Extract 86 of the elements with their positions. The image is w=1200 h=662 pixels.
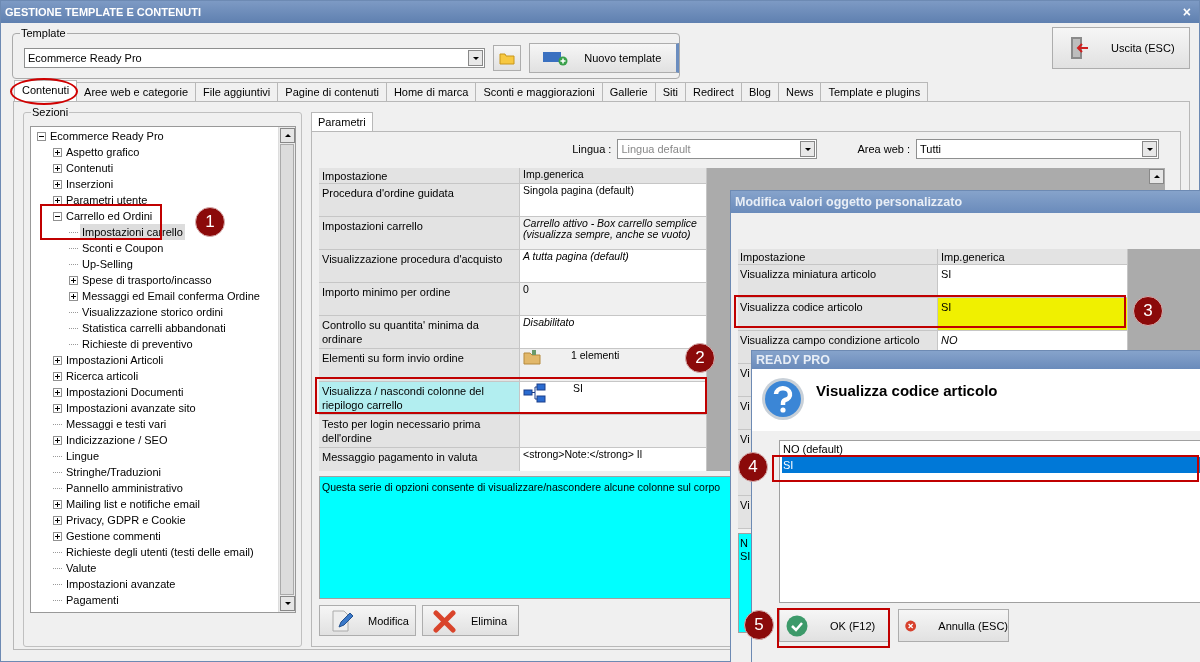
table-cell: 0: [520, 283, 707, 316]
tree-item[interactable]: Valute: [64, 560, 99, 576]
table-cell: SI: [938, 265, 1128, 298]
table-cell: Visualizza / nascondi colonne del riepilogo carrello: [319, 382, 520, 415]
ok-button[interactable]: OK (F12): [779, 609, 890, 642]
template-select[interactable]: Ecommerce Ready Pro: [24, 48, 486, 68]
description-text: N: [740, 537, 748, 549]
tree-item[interactable]: Impostazioni Articoli: [64, 352, 166, 368]
tree-item[interactable]: Visualizzazione storico ordini: [80, 304, 226, 320]
edit-button[interactable]: Modifica: [319, 605, 416, 636]
tree-item[interactable]: Up-Selling: [80, 256, 135, 272]
tab[interactable]: Sconti e maggiorazioni: [475, 82, 603, 101]
cell-text: 1 elementi: [571, 350, 620, 361]
tree-item[interactable]: Contenuti: [64, 160, 116, 176]
tree-item[interactable]: Stringhe/Traduzioni: [64, 464, 163, 480]
tree-item[interactable]: Parametri utente: [64, 192, 150, 208]
tree-item[interactable]: Sconti e Coupon: [80, 240, 166, 256]
tab[interactable]: Aree web e categorie: [76, 82, 197, 101]
column-header: Impostazione: [738, 249, 938, 265]
select-value: Tutti: [920, 142, 941, 156]
dialog-title: Modifica valori oggetto personalizzato: [735, 195, 963, 209]
group-label: Template: [20, 26, 67, 40]
tree-item[interactable]: Pannello amministrativo: [64, 480, 185, 496]
tree-item[interactable]: Messaggi ed Email conferma Ordine: [80, 288, 262, 304]
select-placeholder: Lingua default: [621, 142, 691, 156]
table-cell: SI: [938, 298, 1128, 331]
table-cell: A tutta pagina (default): [520, 250, 707, 283]
tree-item[interactable]: Statistica carrelli abbandonati: [80, 320, 228, 336]
table-cell: Testo per login necessario prima dell'ordine: [319, 415, 520, 448]
area-label: Area web :: [857, 142, 910, 156]
table-cell: Messaggio pagamento in valuta: [319, 448, 520, 471]
table-cell: Visualizza miniatura articolo: [738, 265, 938, 298]
column-header: Impostazione: [319, 168, 520, 184]
tree-item[interactable]: Impostazioni Documenti: [64, 384, 186, 400]
language-label: Lingua :: [572, 142, 612, 156]
column-header: Imp.generica: [520, 168, 707, 184]
table-cell: Impostazioni carrello: [319, 217, 520, 250]
description-text: Questa serie di opzioni consente di visualizzare/nascondere alcune colonne sul corpo: [322, 481, 721, 493]
tab[interactable]: Pagine di contenuti: [277, 82, 387, 101]
tree-item[interactable]: Impostazioni avanzate: [64, 576, 178, 592]
window-title: GESTIONE TEMPLATE E CONTENUTI: [5, 5, 201, 19]
table-cell: Importo minimo per ordine: [319, 283, 520, 316]
tree-item[interactable]: Pagamenti: [64, 592, 121, 608]
tree-item[interactable]: Indicizzazione / SEO: [64, 432, 170, 448]
tree-item[interactable]: Ricerca articoli: [64, 368, 141, 384]
tab[interactable]: Template e plugins: [820, 82, 929, 101]
delete-button[interactable]: Elimina: [422, 605, 519, 636]
tree-item[interactable]: Mailing list e notifiche email: [64, 496, 202, 512]
description-text: SI: [740, 550, 751, 562]
group-label: Sezioni: [31, 105, 70, 119]
new-template-button[interactable]: Nuovo template: [529, 43, 679, 73]
tree-item[interactable]: Inserzioni: [64, 176, 116, 192]
tree-item[interactable]: Carrello ed Ordini: [64, 208, 155, 224]
table-cell: Disabilitato: [520, 316, 707, 349]
exit-button[interactable]: Uscita (ESC): [1052, 27, 1190, 69]
tab[interactable]: Contenuti: [14, 80, 78, 101]
column-header: Imp.generica: [938, 249, 1128, 265]
list-item[interactable]: SI: [782, 457, 1200, 473]
tree-item[interactable]: Richieste di preventivo: [80, 336, 195, 352]
table-cell: Singola pagina (default): [520, 184, 707, 217]
tree-item[interactable]: Gestione commenti: [64, 528, 163, 544]
tree-item[interactable]: Ecommerce Ready Pro: [48, 128, 166, 144]
tree-item[interactable]: Richieste degli utenti (testi delle email): [64, 544, 256, 560]
table-cell: <strong>Note:</strong> Il: [520, 448, 707, 471]
tab[interactable]: Blog: [740, 82, 779, 101]
tree-item[interactable]: Messaggi e testi vari: [64, 416, 169, 432]
tree-item[interactable]: Privacy, GDPR e Cookie: [64, 512, 188, 528]
select-value: Ecommerce Ready Pro: [28, 51, 142, 65]
cancel-button[interactable]: Annulla (ESC): [898, 609, 1009, 642]
table-cell: Visualizzazione procedura d'acquisto: [319, 250, 520, 283]
table-cell: Carrello attivo - Box carrello semplice (visualizza sempre, anche se vuoto): [520, 217, 707, 250]
table-cell: Controllo su quantita' minima da ordinare: [319, 316, 520, 349]
tree-item[interactable]: Lingue: [64, 448, 102, 464]
cell-text: SI: [573, 383, 583, 394]
list-item[interactable]: NO (default): [782, 441, 1200, 457]
table-cell: Procedura d'ordine guidata: [319, 184, 520, 217]
dialog-title: READY PRO: [756, 353, 831, 367]
tab[interactable]: File aggiuntivi: [195, 82, 279, 101]
table-cell: Elementi su form invio ordine: [319, 349, 520, 382]
tree-item[interactable]: Aspetto grafico: [64, 144, 142, 160]
tree-item[interactable]: Impostazioni avanzate sito: [64, 400, 198, 416]
table-cell: Visualizza codice articolo: [738, 298, 938, 331]
tree-item[interactable]: Spese di trasporto/incasso: [80, 272, 214, 288]
tab[interactable]: Parametri: [311, 112, 373, 131]
area-select[interactable]: Tutti: [916, 139, 1159, 159]
language-select[interactable]: Lingua default: [617, 139, 818, 159]
